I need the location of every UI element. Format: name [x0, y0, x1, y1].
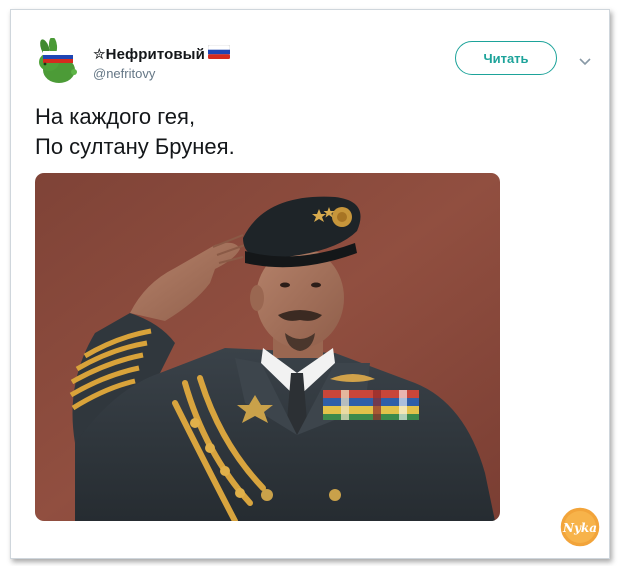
- nyka-watermark-logo: Nyka: [559, 506, 601, 548]
- chevron-down-icon[interactable]: [578, 54, 592, 66]
- tweet-media-photo[interactable]: [35, 173, 500, 521]
- watermark-text: Nyka: [562, 521, 597, 535]
- author-name-row[interactable]: ✮Нефритовый: [93, 43, 231, 65]
- russian-flag-icon: [207, 44, 231, 64]
- avatar-rabbit-icon[interactable]: [33, 37, 79, 84]
- author-display-name[interactable]: ✮Нефритовый: [93, 45, 205, 63]
- tweet-text-line: По султану Брунея.: [35, 134, 235, 159]
- tweet-card: ✮Нефритовый @nefritovy Читать На каждого…: [10, 9, 610, 559]
- tweet-text-line: На каждого гея,: [35, 104, 196, 129]
- follow-button[interactable]: Читать: [455, 41, 557, 75]
- author-handle[interactable]: @nefritovy: [93, 66, 155, 81]
- tweet-text: На каждого гея, По султану Брунея.: [35, 102, 555, 162]
